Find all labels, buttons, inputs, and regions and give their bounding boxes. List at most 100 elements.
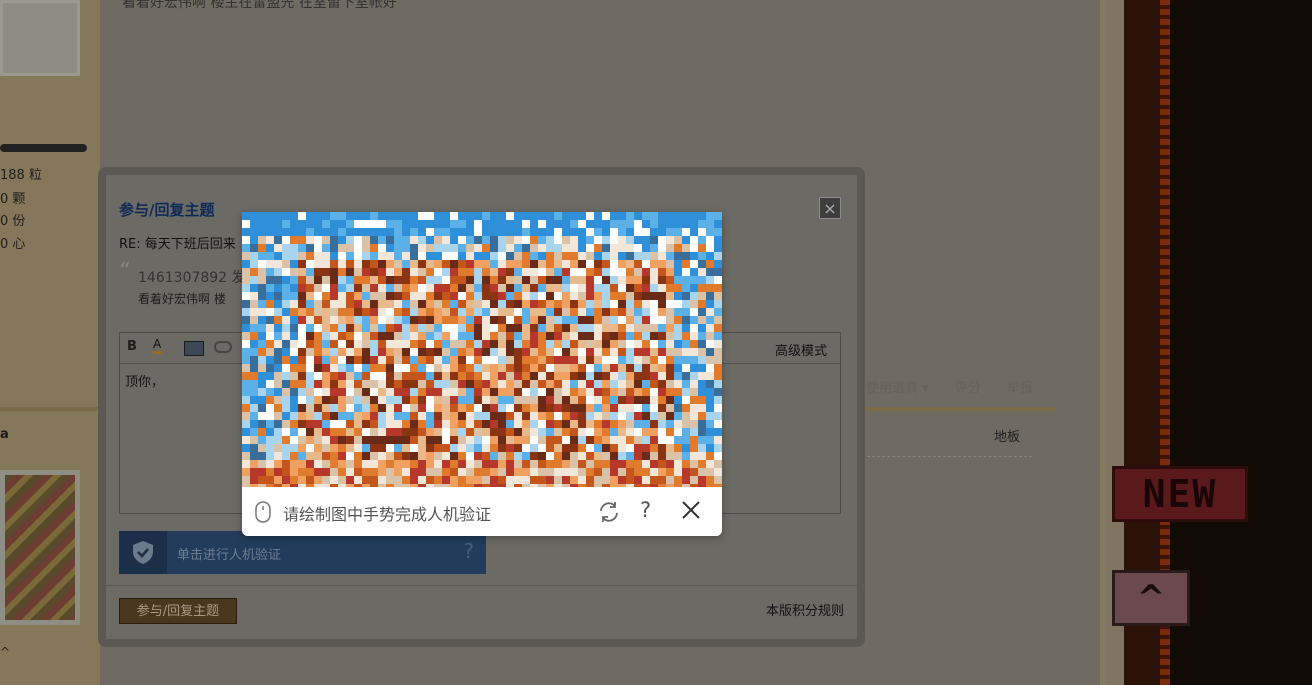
captcha-image-pixel (370, 252, 378, 260)
back-to-top-button[interactable]: ^ (1112, 570, 1190, 626)
captcha-image-pixel (482, 348, 490, 356)
captcha-trigger-button[interactable]: 单击进行人机验证 ? (119, 531, 486, 574)
captcha-image-pixel (378, 476, 386, 484)
captcha-image-pixel (258, 436, 266, 444)
captcha-image-pixel (466, 212, 474, 220)
dialog-close-button[interactable]: × (819, 197, 841, 219)
captcha-image-pixel (418, 348, 426, 356)
font-color-icon[interactable]: A (153, 337, 162, 354)
captcha-image-pixel (602, 228, 610, 236)
captcha-image-pixel (354, 292, 362, 300)
captcha-image-pixel (274, 404, 282, 412)
captcha-image-pixel (506, 428, 514, 436)
report-link[interactable]: 举报 (1007, 381, 1033, 396)
footer-divider (106, 585, 857, 586)
captcha-help-icon[interactable]: ? (463, 539, 474, 563)
close-icon[interactable] (681, 500, 701, 520)
captcha-image-pixel (474, 436, 482, 444)
captcha-image-pixel (674, 348, 682, 356)
captcha-image-pixel (442, 452, 450, 460)
captcha-image-pixel (466, 252, 474, 260)
captcha-image-pixel (346, 260, 354, 268)
bold-icon[interactable]: B (127, 339, 137, 354)
captcha-image-pixel (290, 212, 298, 220)
captcha-image-pixel (618, 308, 626, 316)
captcha-image-pixel (410, 284, 418, 292)
captcha-image-pixel (498, 372, 506, 380)
captcha-image-pixel (506, 284, 514, 292)
captcha-image-pixel (410, 212, 418, 220)
captcha-image-pixel (274, 276, 282, 284)
captcha-image-pixel (674, 300, 682, 308)
rate-link[interactable]: 评分 (955, 381, 981, 396)
captcha-image-pixel (370, 276, 378, 284)
captcha-image-pixel (266, 388, 274, 396)
captcha-image-pixel (586, 372, 594, 380)
captcha-image-pixel (394, 436, 402, 444)
captcha-image-pixel (594, 220, 602, 228)
captcha-image-pixel (410, 420, 418, 428)
editor-textarea[interactable]: 顶你， (125, 371, 164, 390)
use-tool-link[interactable]: 使用道具 ▾ (866, 381, 929, 396)
captcha-image-pixel (634, 340, 642, 348)
captcha-image-pixel (330, 332, 338, 340)
captcha-image-pixel (370, 284, 378, 292)
captcha-image-pixel (626, 476, 634, 484)
captcha-image-pixel (642, 444, 650, 452)
captcha-image-pixel (586, 228, 594, 236)
captcha-image-pixel (642, 348, 650, 356)
captcha-image-pixel (410, 380, 418, 388)
captcha-image-pixel (714, 260, 722, 268)
captcha-image-pixel (410, 412, 418, 420)
captcha-image-pixel (258, 412, 266, 420)
captcha-image-pixel (538, 324, 546, 332)
captcha-image-pixel (610, 356, 618, 364)
captcha-image-pixel (434, 260, 442, 268)
captcha-image-pixel (434, 372, 442, 380)
refresh-icon[interactable] (597, 500, 621, 524)
captcha-image-pixel (322, 468, 330, 476)
captcha-image-pixel (362, 324, 370, 332)
captcha-image-pixel (618, 268, 626, 276)
captcha-image-pixel (282, 244, 290, 252)
captcha-image-pixel (546, 276, 554, 284)
captcha-image-pixel (378, 236, 386, 244)
captcha-image-pixel (674, 420, 682, 428)
captcha-image-pixel (418, 468, 426, 476)
avatar[interactable] (0, 0, 80, 76)
captcha-image-pixel (506, 348, 514, 356)
captcha-image[interactable] (242, 212, 722, 487)
captcha-image-pixel (386, 436, 394, 444)
captcha-image-pixel (698, 268, 706, 276)
captcha-image-pixel (314, 372, 322, 380)
help-icon[interactable]: ? (640, 498, 651, 522)
captcha-image-pixel (514, 244, 522, 252)
captcha-image-pixel (698, 436, 706, 444)
image-icon[interactable] (184, 341, 204, 356)
captcha-image-pixel (634, 460, 642, 468)
captcha-image-pixel (610, 236, 618, 244)
captcha-image-pixel (602, 372, 610, 380)
captcha-image-pixel (426, 340, 434, 348)
captcha-image-pixel (658, 340, 666, 348)
advanced-mode-link[interactable]: 高级模式 (775, 340, 827, 359)
captcha-image-pixel (458, 244, 466, 252)
avatar[interactable] (0, 470, 80, 625)
captcha-image-pixel (482, 428, 490, 436)
captcha-image-pixel (546, 236, 554, 244)
captcha-image-pixel (554, 476, 562, 484)
captcha-image-pixel (514, 452, 522, 460)
captcha-image-pixel (578, 276, 586, 284)
captcha-image-pixel (338, 444, 346, 452)
rules-link[interactable]: 本版积分规则 (766, 600, 844, 619)
captcha-image-pixel (626, 252, 634, 260)
captcha-image-pixel (242, 444, 250, 452)
link-icon[interactable] (214, 341, 232, 353)
captcha-image-pixel (570, 436, 578, 444)
captcha-image-pixel (378, 324, 386, 332)
captcha-image-pixel (474, 308, 482, 316)
captcha-image-pixel (666, 452, 674, 460)
submit-reply-button[interactable]: 参与/回复主题 (119, 598, 237, 624)
captcha-image-pixel (586, 244, 594, 252)
username[interactable]: a (0, 427, 9, 442)
